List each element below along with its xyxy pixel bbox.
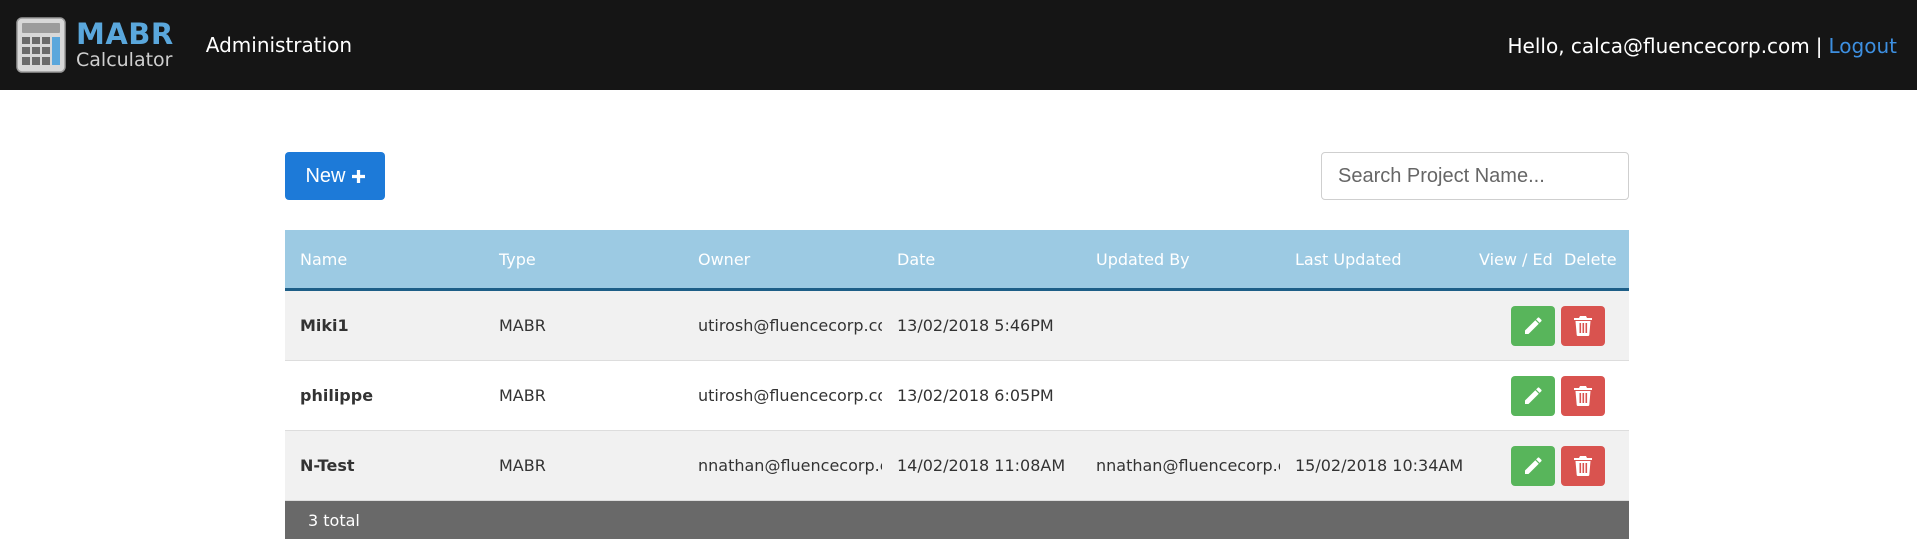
- logout-link[interactable]: Logout: [1829, 34, 1897, 58]
- table-row: Miki1 MABR utirosh@fluencecorp.com 13/02…: [285, 291, 1629, 361]
- header-delete: Delete: [1564, 249, 1617, 269]
- nav-administration-link[interactable]: Administration: [206, 33, 352, 57]
- edit-button[interactable]: [1511, 375, 1555, 416]
- edit-button[interactable]: [1511, 305, 1555, 346]
- cell-date: 13/02/2018 6:05PM: [897, 386, 1054, 405]
- brand-main: MABR: [76, 17, 174, 51]
- delete-button[interactable]: [1561, 375, 1605, 416]
- cell-name: Miki1: [300, 316, 349, 335]
- cell-date: 14/02/2018 11:08AM: [897, 456, 1066, 475]
- projects-table: Name Type Owner Date Updated By Last Upd…: [285, 230, 1629, 539]
- header-type[interactable]: Type: [484, 250, 683, 269]
- new-project-button[interactable]: New: [285, 152, 385, 200]
- row-actions: [1479, 305, 1605, 346]
- cell-type: MABR: [499, 456, 546, 475]
- trash-icon: [1574, 315, 1592, 336]
- header-owner[interactable]: Owner: [683, 250, 882, 269]
- cell-last-updated: 15/02/2018 10:34AM: [1295, 456, 1464, 475]
- row-actions: [1479, 445, 1605, 486]
- cell-name: philippe: [300, 386, 374, 405]
- nav-separator: |: [1815, 34, 1823, 58]
- calculator-icon: [16, 17, 66, 73]
- header-last-updated[interactable]: Last Updated: [1280, 250, 1479, 269]
- header-updated-by[interactable]: Updated By: [1081, 250, 1280, 269]
- table-row: philippe MABR utirosh@fluencecorp.com 13…: [285, 361, 1629, 431]
- delete-button[interactable]: [1561, 305, 1605, 346]
- trash-icon: [1574, 455, 1592, 476]
- row-actions: [1479, 375, 1605, 416]
- cell-updated-by: nnathan@fluencecorp.com: [1096, 456, 1280, 475]
- header-date[interactable]: Date: [882, 250, 1081, 269]
- cell-type: MABR: [499, 316, 546, 335]
- app-logo[interactable]: MABR Calculator: [16, 17, 174, 73]
- pencil-icon: [1525, 316, 1542, 334]
- edit-button[interactable]: [1511, 445, 1555, 486]
- cell-date: 13/02/2018 5:46PM: [897, 316, 1054, 335]
- table-header: Name Type Owner Date Updated By Last Upd…: [285, 230, 1629, 291]
- pencil-icon: [1525, 386, 1542, 404]
- new-button-label: New: [305, 164, 346, 187]
- table-row: N-Test MABR nnathan@fluencecorp.com 14/0…: [285, 431, 1629, 501]
- user-area: Hello, calca@fluencecorp.com | Logout: [1508, 34, 1897, 58]
- cell-owner: nnathan@fluencecorp.com: [698, 456, 882, 475]
- plus-icon: [351, 169, 365, 183]
- table-footer: 3 total: [285, 501, 1629, 539]
- brand-sub: Calculator: [76, 49, 173, 71]
- search-project-input[interactable]: [1321, 152, 1629, 200]
- header-view-edit: View / Edit: [1479, 249, 1554, 269]
- app-logo-text: MABR Calculator: [76, 20, 174, 70]
- cell-owner: utirosh@fluencecorp.com: [698, 316, 882, 335]
- pencil-icon: [1525, 456, 1542, 474]
- delete-button[interactable]: [1561, 445, 1605, 486]
- top-navbar: MABR Calculator Administration Hello, ca…: [0, 0, 1917, 90]
- cell-name: N-Test: [300, 456, 355, 475]
- cell-owner: utirosh@fluencecorp.com: [698, 386, 882, 405]
- header-name[interactable]: Name: [285, 250, 484, 269]
- cell-type: MABR: [499, 386, 546, 405]
- total-count: 3 total: [308, 510, 360, 530]
- trash-icon: [1574, 385, 1592, 406]
- user-greeting: Hello, calca@fluencecorp.com: [1507, 34, 1810, 58]
